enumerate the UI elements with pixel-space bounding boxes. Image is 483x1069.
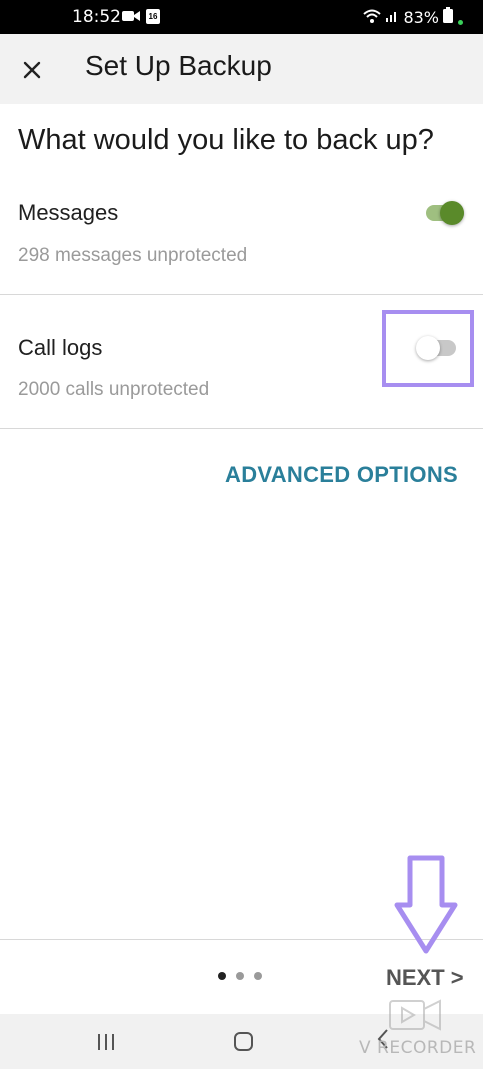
notification-dot (458, 20, 463, 25)
close-button[interactable] (14, 52, 50, 88)
status-bar: 18:52 16 83% (0, 0, 483, 34)
status-time: 18:52 (72, 7, 121, 27)
battery-label: 83% (403, 7, 439, 27)
signal-icon (385, 8, 399, 27)
battery-icon (443, 7, 453, 27)
backup-option-messages[interactable]: Messages 298 messages unprotected (0, 180, 483, 294)
close-icon (23, 61, 41, 79)
option-title: Messages (18, 200, 119, 225)
arrow-down-icon (393, 855, 459, 960)
page-dot (236, 972, 244, 980)
option-title: Call logs (18, 335, 103, 360)
advanced-options-link[interactable]: ADVANCED OPTIONS (225, 462, 458, 488)
page-indicator (218, 972, 262, 980)
page-dot-active (218, 972, 226, 980)
highlight-box (382, 310, 474, 387)
toggle-thumb (440, 201, 464, 225)
page-dot (254, 972, 262, 980)
divider (0, 428, 483, 429)
status-right: 83% (363, 7, 453, 27)
option-subtitle: 298 messages unprotected (18, 245, 248, 266)
messages-toggle[interactable] (424, 198, 468, 228)
wifi-icon (363, 8, 382, 27)
calendar-icon: 16 (146, 9, 160, 24)
backup-question: What would you like to back up? (18, 124, 434, 156)
option-subtitle: 2000 calls unprotected (18, 379, 210, 400)
recents-button[interactable] (98, 1034, 114, 1050)
next-button[interactable]: NEXT > (386, 965, 464, 991)
app-bar: Set Up Backup (0, 34, 483, 104)
video-call-icon (122, 9, 140, 28)
page-title: Set Up Backup (85, 50, 272, 81)
divider (0, 294, 483, 295)
home-button[interactable] (234, 1032, 253, 1051)
watermark-text: V RECORDER (359, 1038, 477, 1058)
